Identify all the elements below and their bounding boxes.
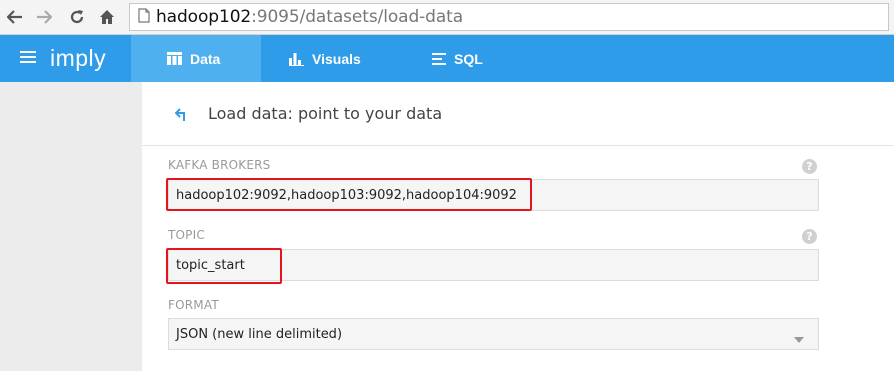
forward-arrow-icon[interactable] (33, 5, 55, 29)
table-icon (167, 52, 182, 65)
kafka-brokers-input[interactable]: hadoop102:9092,hadoop103:9092,hadoop104:… (168, 179, 819, 211)
lines-icon (432, 52, 446, 65)
format-value: JSON (new line delimited) (176, 326, 343, 342)
home-icon[interactable] (96, 5, 118, 29)
title-row: Load data: point to your data (142, 82, 894, 146)
reload-icon[interactable] (66, 5, 88, 29)
back-icon[interactable] (174, 107, 189, 126)
tab-visuals[interactable]: Visuals (289, 35, 361, 82)
tab-sql-label: SQL (454, 50, 483, 67)
format-label: FORMAT (168, 298, 219, 312)
hamburger-icon[interactable] (20, 49, 36, 68)
tab-sql[interactable]: SQL (432, 35, 483, 82)
brand-logo: imply (50, 45, 107, 71)
tab-data-label: Data (190, 50, 221, 67)
page-icon (138, 7, 150, 27)
browser-toolbar: hadoop102:9095/datasets/load-data (0, 0, 894, 35)
kafka-brokers-value: hadoop102:9092,hadoop103:9092,hadoop104:… (176, 187, 517, 203)
chevron-down-icon (794, 332, 804, 347)
topic-input[interactable]: topic_start (168, 249, 819, 281)
bar-chart-icon (289, 52, 304, 66)
back-arrow-icon[interactable] (4, 5, 26, 29)
topic-help-icon[interactable]: ? (802, 229, 817, 244)
address-bar[interactable]: hadoop102:9095/datasets/load-data (129, 3, 889, 31)
topic-label: TOPIC (168, 228, 205, 242)
url-host: hadoop102 (156, 7, 252, 27)
kafka-brokers-help-icon[interactable]: ? (802, 159, 817, 174)
page-title: Load data: point to your data (208, 104, 443, 123)
brand-menu[interactable]: imply (0, 35, 131, 82)
app-header: imply Data Visuals SQL (0, 35, 894, 82)
tab-data[interactable]: Data (131, 35, 261, 82)
kafka-brokers-label: KAFKA BROKERS (168, 158, 271, 172)
address-url: hadoop102:9095/datasets/load-data (156, 7, 463, 27)
tab-visuals-label: Visuals (312, 50, 361, 67)
format-select[interactable]: JSON (new line delimited) (168, 318, 819, 350)
load-data-panel: Load data: point to your data KAFKA BROK… (142, 82, 894, 371)
topic-value: topic_start (176, 257, 245, 273)
url-path: :9095/datasets/load-data (251, 7, 464, 27)
